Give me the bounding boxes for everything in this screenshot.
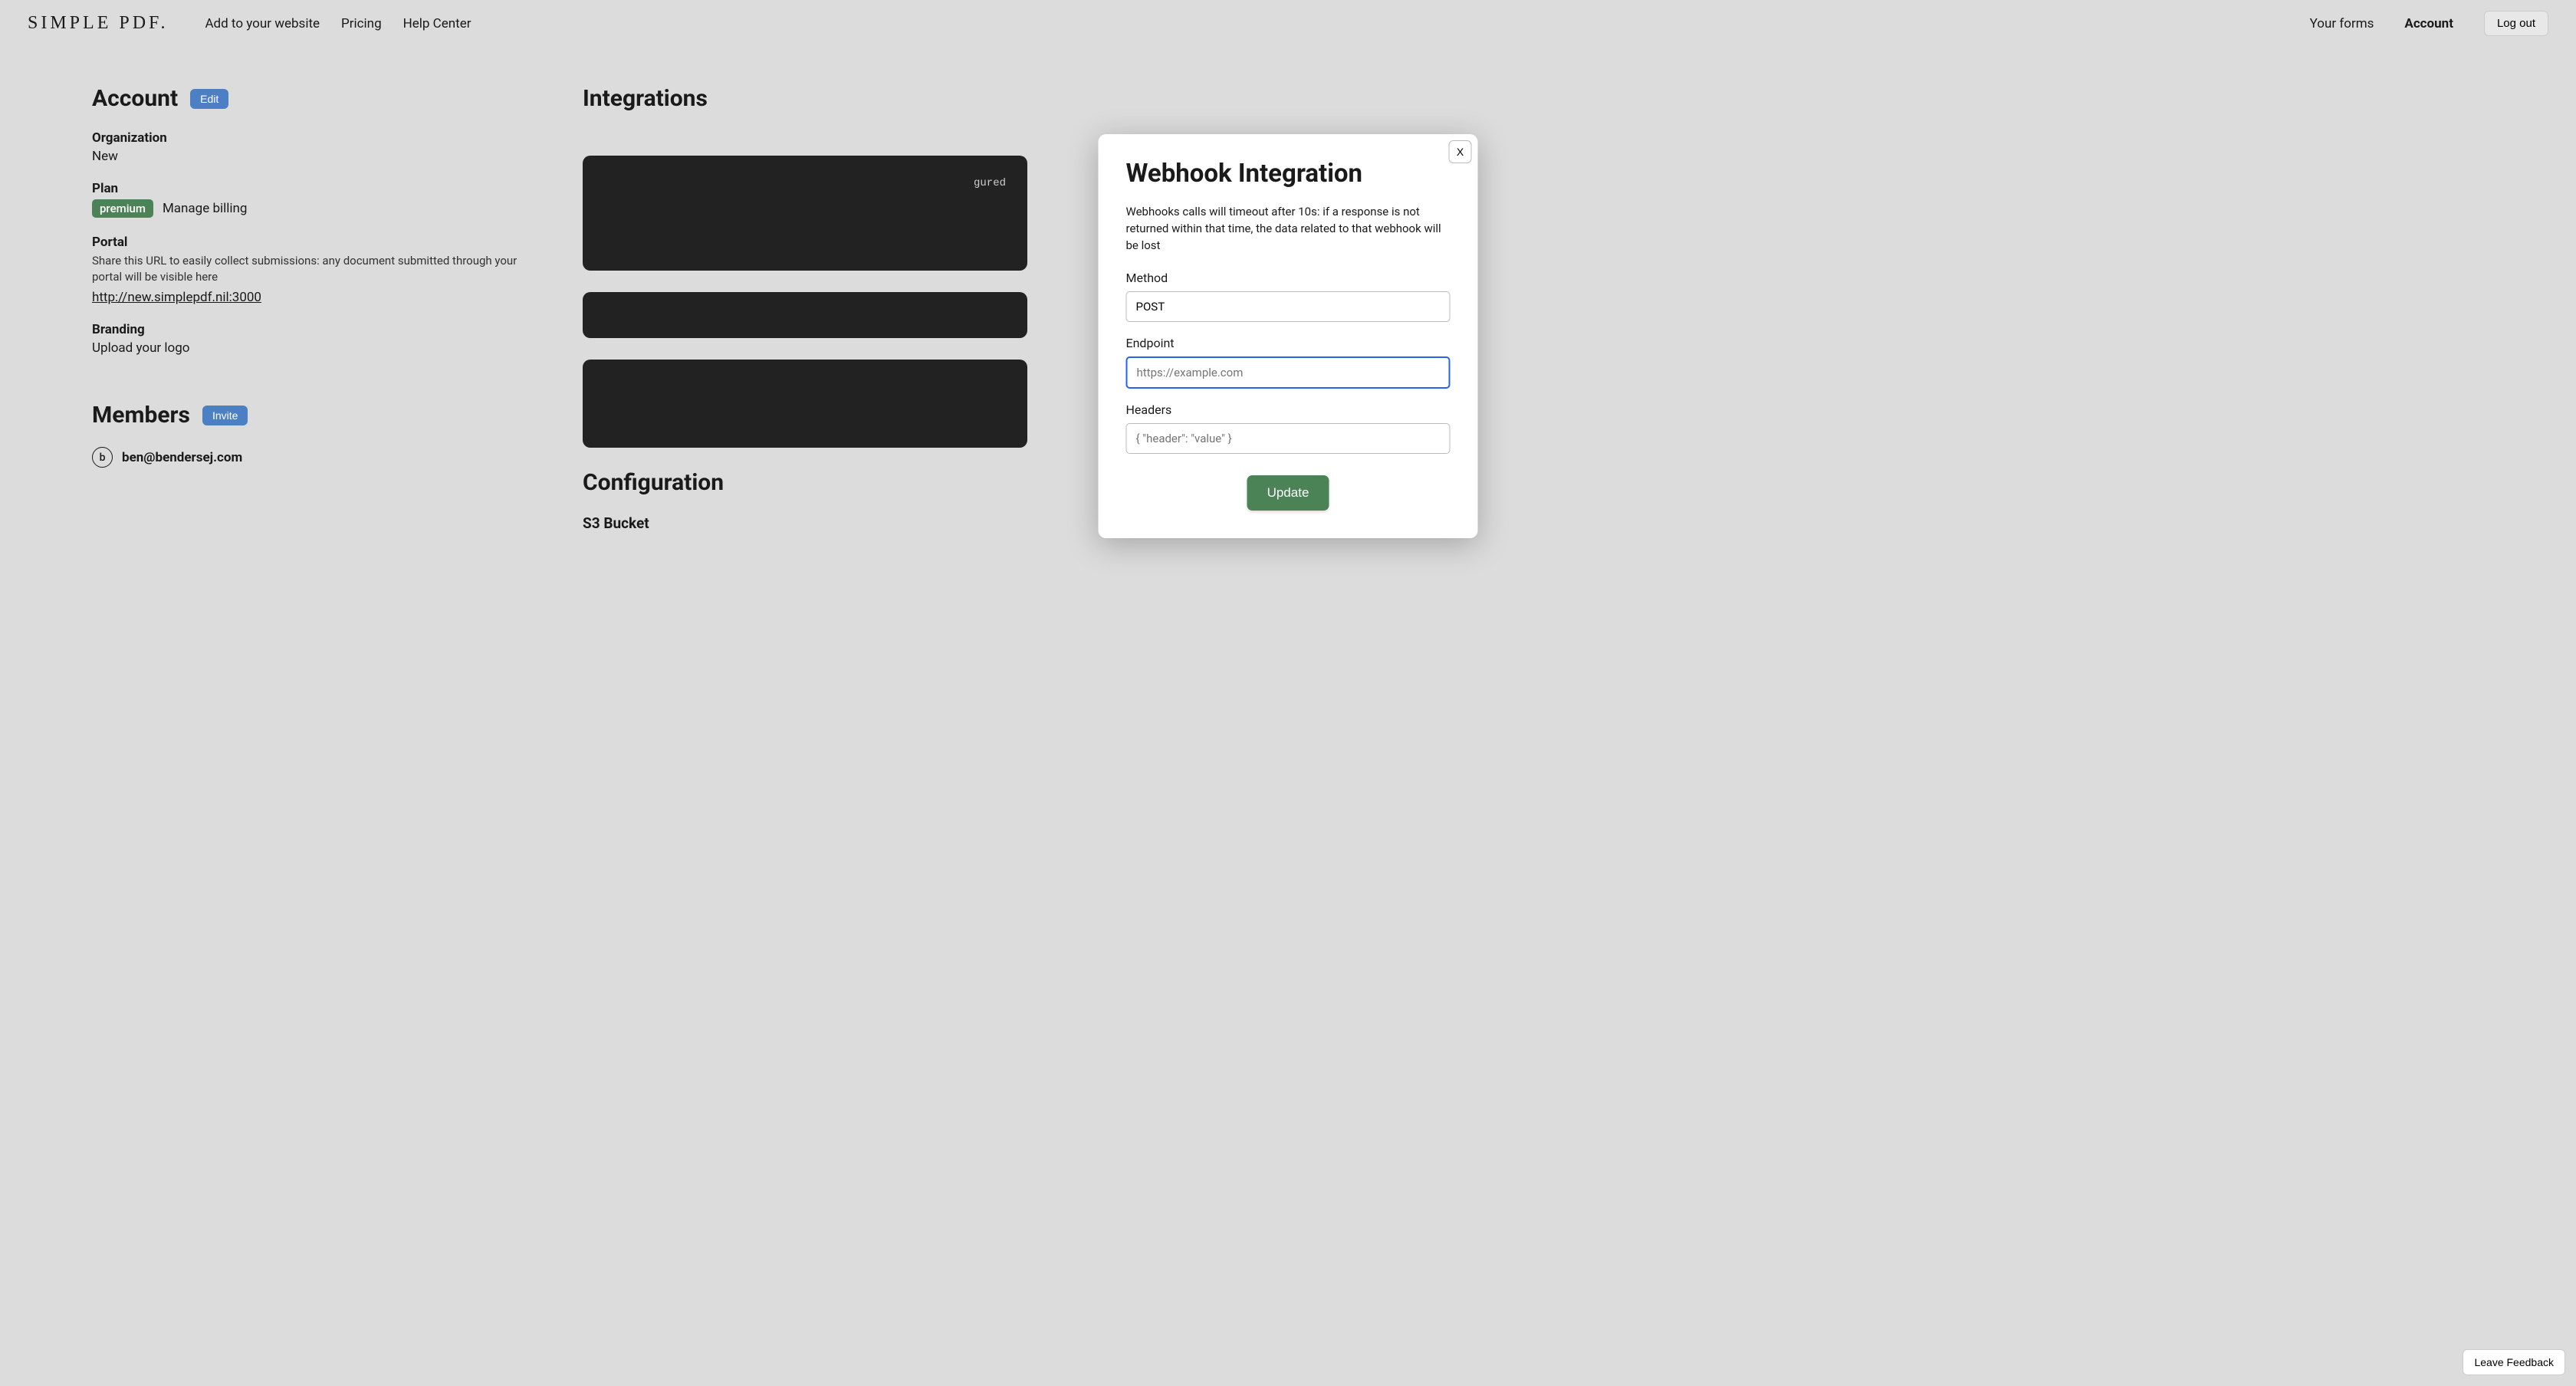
leave-feedback-button[interactable]: Leave Feedback [2463, 1349, 2565, 1375]
organization-value: New [92, 149, 537, 164]
member-email: ben@bendersej.com [122, 450, 242, 465]
nav-help-center[interactable]: Help Center [403, 16, 472, 31]
edit-button[interactable]: Edit [190, 89, 228, 109]
members-section: Members Invite b ben@bendersej.com [92, 402, 537, 468]
top-header: SIMPLE PDF. Add to your website Pricing … [0, 0, 2576, 47]
portal-label: Portal [92, 235, 537, 250]
nav-your-forms[interactable]: Your forms [2310, 16, 2374, 31]
robocorp-block: gured [583, 156, 1027, 271]
s3-bucket-label: S3 Bucket [583, 514, 1027, 532]
configuration-title: Configuration [583, 469, 724, 496]
branding-field: Branding Upload your logo [92, 322, 537, 356]
update-button[interactable]: Update [1247, 475, 1329, 511]
logo[interactable]: SIMPLE PDF. [28, 13, 168, 34]
nav-add-website[interactable]: Add to your website [205, 16, 320, 31]
endpoint-input[interactable] [1126, 356, 1451, 389]
nav-right: Your forms Account Log out [2310, 11, 2548, 36]
modal-description: Webhooks calls will timeout after 10s: i… [1126, 204, 1451, 254]
portal-url-link[interactable]: http://new.simplepdf.nil:3000 [92, 290, 261, 305]
nav-account[interactable]: Account [2404, 16, 2453, 31]
account-header: Account Edit [92, 85, 537, 112]
nav-left: Add to your website Pricing Help Center [205, 16, 471, 31]
integration-block-2 [583, 292, 1027, 338]
method-input[interactable] [1126, 291, 1451, 322]
left-column: Account Edit Organization New Plan premi… [92, 85, 537, 540]
branding-label: Branding [92, 322, 537, 337]
account-title: Account [92, 85, 178, 112]
member-row: b ben@bendersej.com [92, 447, 537, 468]
integrations-header: Integrations [583, 85, 1027, 112]
integration-block-3 [583, 360, 1027, 448]
members-header: Members Invite [92, 402, 537, 429]
headers-label: Headers [1126, 402, 1451, 417]
manage-billing-link[interactable]: Manage billing [163, 201, 248, 216]
organization-field: Organization New [92, 130, 537, 164]
modal-close-button[interactable]: X [1449, 140, 1472, 163]
right-column: Integrations Robocorp gured Configuratio… [583, 85, 1027, 540]
method-label: Method [1126, 271, 1451, 285]
portal-field: Portal Share this URL to easily collect … [92, 235, 537, 305]
plan-label: Plan [92, 181, 537, 196]
avatar: b [92, 447, 113, 468]
organization-label: Organization [92, 130, 537, 146]
main-content: Account Edit Organization New Plan premi… [0, 47, 1119, 578]
members-title: Members [92, 402, 190, 429]
logout-button[interactable]: Log out [2484, 11, 2548, 36]
endpoint-label: Endpoint [1126, 336, 1451, 350]
upload-logo-link[interactable]: Upload your logo [92, 340, 537, 356]
modal-title: Webhook Integration [1126, 159, 1451, 189]
nav-pricing[interactable]: Pricing [341, 16, 382, 31]
robocorp-status: gured [604, 177, 1006, 189]
portal-help-text: Share this URL to easily collect submiss… [92, 253, 537, 285]
plan-badge: premium [92, 199, 153, 218]
webhook-modal: X Webhook Integration Webhooks calls wil… [1099, 134, 1478, 538]
configuration-header: Configuration [583, 469, 1027, 496]
plan-field: Plan premium Manage billing [92, 181, 537, 218]
invite-button[interactable]: Invite [202, 406, 248, 425]
integrations-title: Integrations [583, 85, 708, 112]
headers-input[interactable] [1126, 423, 1451, 454]
